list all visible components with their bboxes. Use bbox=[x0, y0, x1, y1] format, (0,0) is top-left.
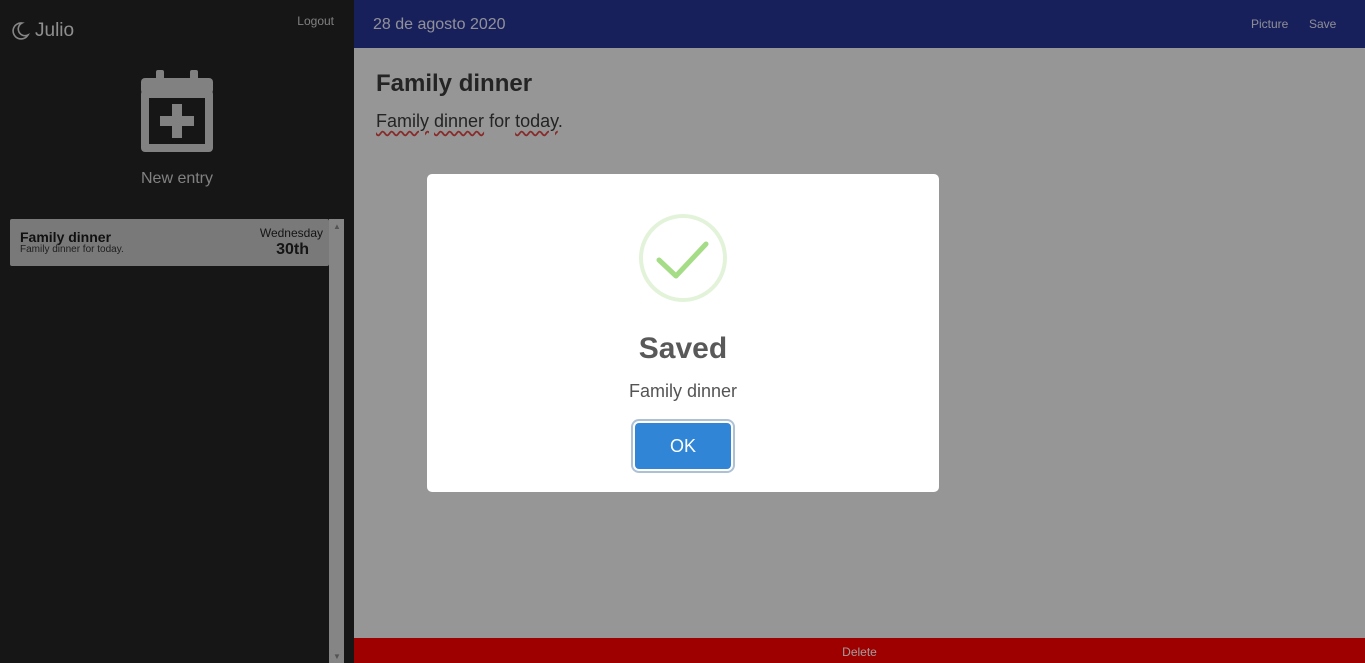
success-check-icon bbox=[639, 214, 727, 302]
modal-overlay: Saved Family dinner OK bbox=[0, 0, 1365, 663]
saved-dialog: Saved Family dinner OK bbox=[427, 174, 939, 492]
ok-button[interactable]: OK bbox=[635, 423, 731, 469]
dialog-title: Saved bbox=[638, 332, 728, 365]
app-root: Julio Logout New entry Family dinner Fam… bbox=[0, 0, 1365, 663]
dialog-message: Family dinner bbox=[628, 381, 738, 401]
